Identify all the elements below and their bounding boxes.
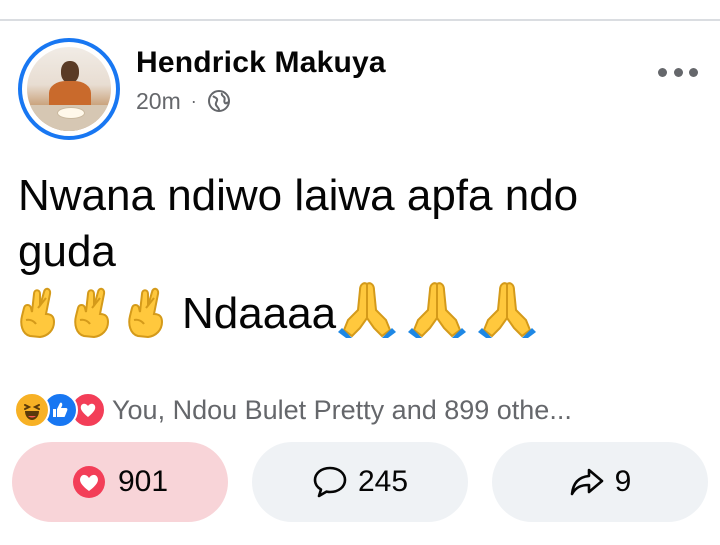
post-time[interactable]: 20m bbox=[136, 88, 181, 115]
author-name[interactable]: Hendrick Makuya bbox=[136, 46, 386, 80]
comment-count: 245 bbox=[357, 465, 409, 498]
post-body: Nwana ndiwo laiwa apfa ndo guda Ndaaaa bbox=[18, 168, 708, 338]
globe-icon[interactable] bbox=[207, 89, 231, 113]
haha-reaction-icon bbox=[14, 392, 50, 428]
more-options-icon[interactable] bbox=[658, 62, 698, 82]
top-divider bbox=[0, 19, 720, 21]
reaction-icons bbox=[14, 392, 106, 428]
comment-button[interactable]: 245 bbox=[252, 442, 468, 522]
post-meta: 20m · bbox=[136, 87, 231, 115]
story-ring-avatar[interactable] bbox=[18, 38, 120, 140]
post-emoji-line: Ndaaaa bbox=[18, 280, 708, 338]
folded-hands-emoji bbox=[408, 278, 467, 338]
post-actions: 901 245 9 bbox=[12, 442, 712, 522]
avatar[interactable] bbox=[27, 47, 111, 131]
post-text-line-2: guda bbox=[18, 227, 116, 276]
folded-hands-emoji bbox=[338, 278, 397, 338]
share-button[interactable]: 9 bbox=[492, 442, 708, 522]
share-count: 9 bbox=[614, 465, 632, 498]
reactions-summary-text[interactable]: You, Ndou Bulet Pretty and 899 othe... bbox=[112, 395, 572, 426]
crossed-fingers-emoji bbox=[72, 286, 114, 338]
crossed-fingers-emoji bbox=[18, 286, 60, 338]
heart-icon bbox=[72, 465, 106, 499]
post-text-word: Ndaaaa bbox=[182, 289, 337, 338]
reactions-summary[interactable]: You, Ndou Bulet Pretty and 899 othe... bbox=[14, 392, 572, 428]
love-reaction-button[interactable]: 901 bbox=[12, 442, 228, 522]
post-text-line-1: Nwana ndiwo laiwa apfa ndo bbox=[18, 171, 579, 220]
comment-icon bbox=[312, 465, 348, 499]
meta-separator: · bbox=[190, 90, 197, 111]
love-count: 901 bbox=[117, 465, 169, 498]
folded-hands-emoji bbox=[478, 278, 537, 338]
crossed-fingers-emoji bbox=[126, 286, 168, 338]
share-arrow-icon bbox=[569, 466, 605, 498]
